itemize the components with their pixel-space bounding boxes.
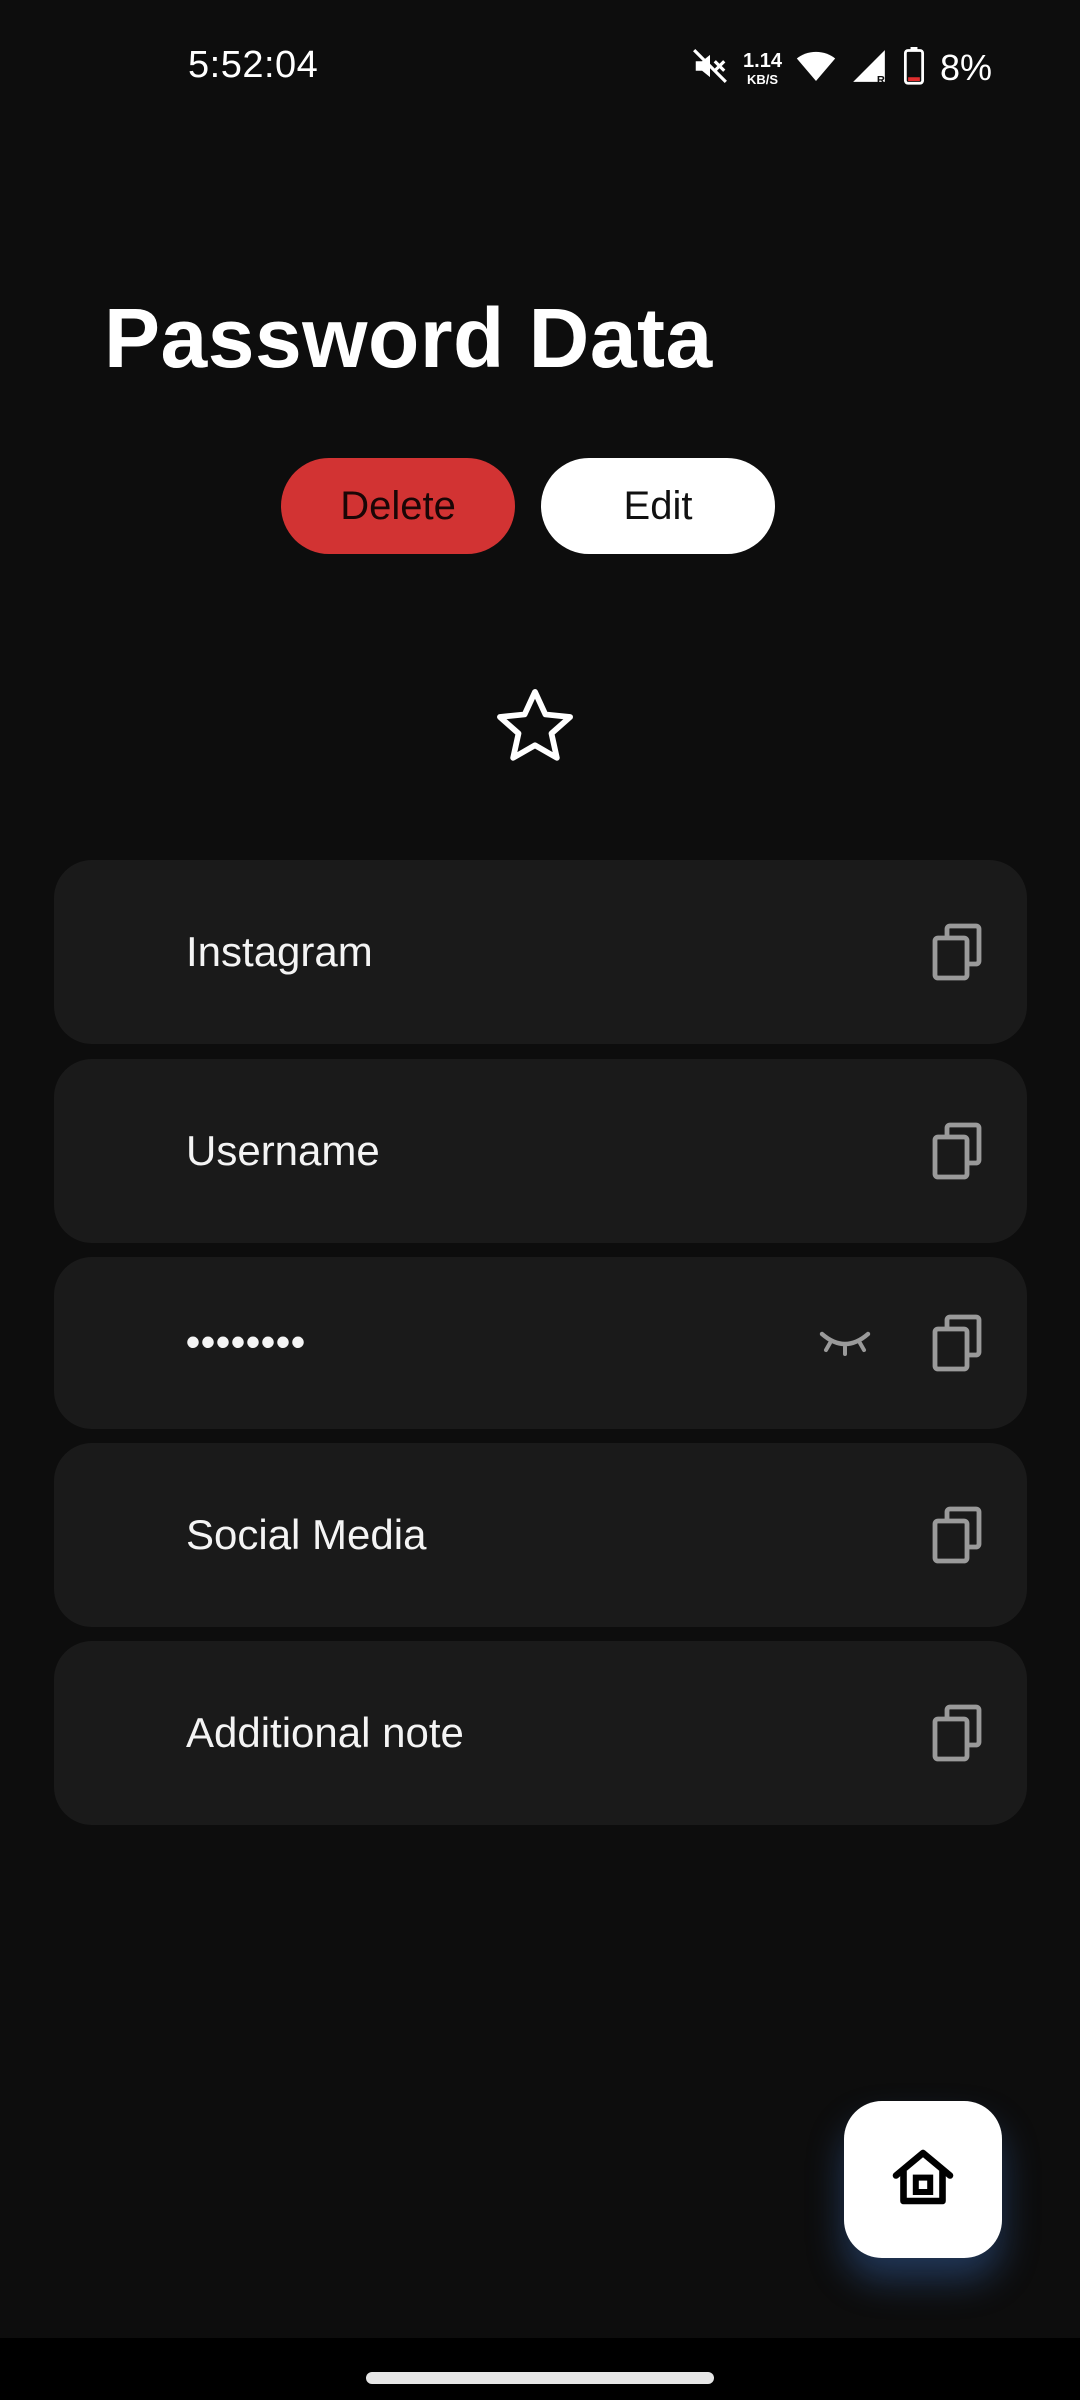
field-label-username: Username — [186, 1127, 380, 1174]
net-speed-unit: KB/S — [746, 71, 779, 87]
copy-icon[interactable] — [929, 1313, 985, 1373]
field-label-note: Additional note — [186, 1709, 464, 1756]
edit-button[interactable]: Edit — [541, 458, 775, 554]
signal-icon: R — [850, 47, 888, 90]
delete-button[interactable]: Delete — [281, 458, 515, 554]
field-card-password: •••••••• — [54, 1257, 1027, 1429]
password-data-screen: 5:52:04 1.14 KB/S R 8% Password Data Del… — [0, 0, 1080, 2400]
svg-text:R: R — [877, 74, 885, 85]
eye-closed-icon[interactable] — [818, 1326, 872, 1360]
password-masked-value: •••••••• — [186, 1320, 307, 1365]
gesture-handle[interactable] — [366, 2372, 714, 2384]
copy-icon[interactable] — [929, 1505, 985, 1565]
status-time: 5:52:04 — [188, 44, 319, 86]
page-title: Password Data — [104, 291, 713, 385]
wifi-icon — [796, 48, 836, 89]
battery-icon — [902, 46, 926, 90]
status-bar: 5:52:04 1.14 KB/S R 8% — [0, 0, 1080, 130]
status-icons: 1.14 KB/S R 8% — [691, 44, 992, 92]
home-button[interactable] — [844, 2101, 1002, 2258]
copy-icon[interactable] — [929, 1703, 985, 1763]
net-speed-value: 1.14 — [743, 49, 782, 72]
copy-icon[interactable] — [929, 1121, 985, 1181]
mute-icon — [691, 47, 729, 90]
field-card-username: Username — [54, 1059, 1027, 1243]
field-card-note: Additional note — [54, 1641, 1027, 1825]
field-card-category: Social Media — [54, 1443, 1027, 1627]
home-icon — [887, 2141, 959, 2218]
field-label-title: Instagram — [186, 928, 373, 975]
field-label-category: Social Media — [186, 1511, 427, 1558]
net-speed: 1.14 KB/S — [743, 51, 782, 86]
battery-percent: 8% — [939, 47, 992, 88]
navigation-bar — [0, 2338, 1080, 2400]
favorite-star-icon[interactable] — [492, 684, 578, 770]
copy-icon[interactable] — [929, 922, 985, 982]
field-card-title: Instagram — [54, 860, 1027, 1044]
